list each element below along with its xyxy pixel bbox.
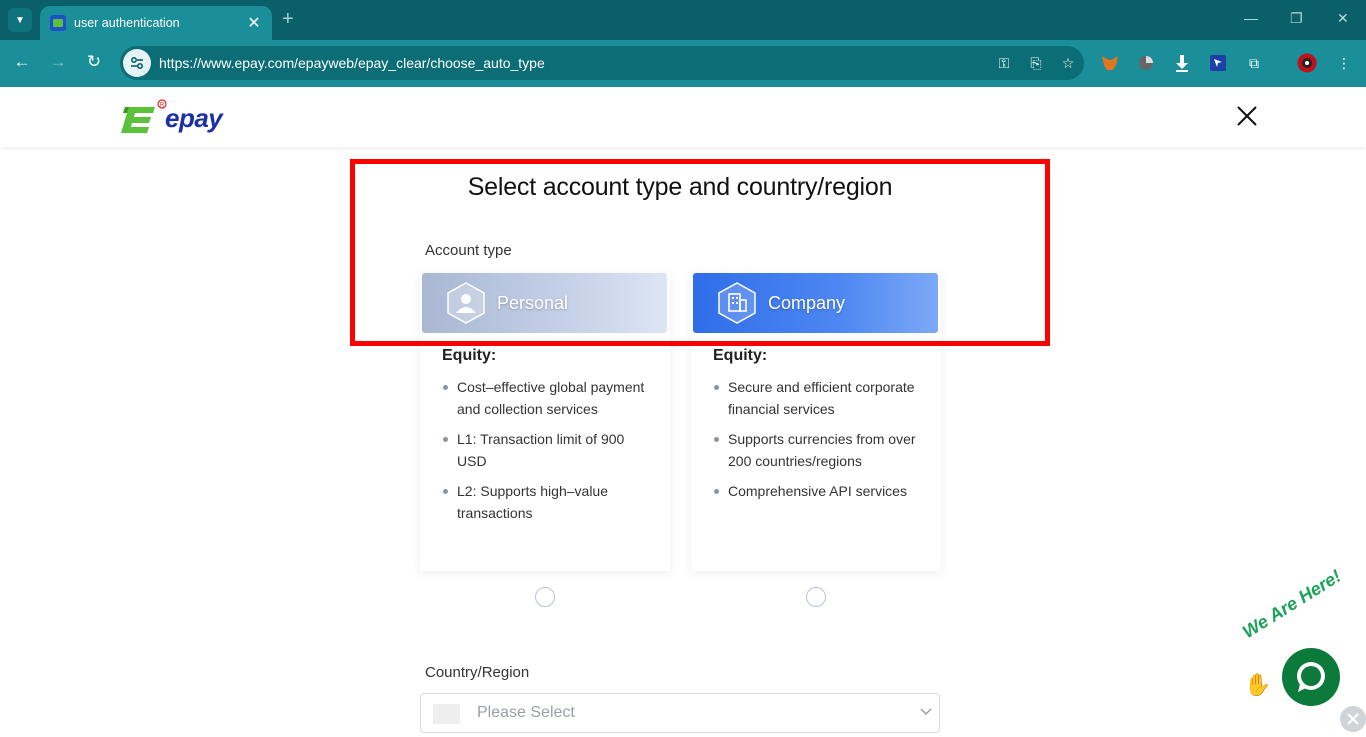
list-item: Supports currencies from over 200 countr…	[713, 428, 923, 472]
metamask-extension-icon[interactable]	[1099, 52, 1121, 74]
highlight-box	[350, 159, 1050, 346]
list-item: L1: Transaction limit of 900 USD	[442, 428, 652, 472]
country-select[interactable]: Please Select	[420, 693, 940, 733]
company-benefits-list: Secure and efficient corporate financial…	[713, 376, 923, 510]
country-select-placeholder: Please Select	[477, 704, 575, 721]
tab-close-icon[interactable]: ✕	[246, 13, 262, 33]
list-item: Cost–effective global payment and collec…	[442, 376, 652, 420]
list-item: Secure and efficient corporate financial…	[713, 376, 923, 420]
url-text: https://www.epay.com/epayweb/epay_clear/…	[159, 55, 545, 71]
download-icon[interactable]	[1171, 52, 1193, 74]
epay-favicon-icon	[50, 15, 66, 31]
cursor-extension-icon[interactable]	[1207, 52, 1229, 74]
epay-logo[interactable]: R epay	[121, 99, 241, 135]
chevron-down-icon	[920, 708, 932, 715]
browser-menu-icon[interactable]: ⋮	[1333, 52, 1355, 74]
chat-widget[interactable]: We Are Here! ✋	[1236, 566, 1366, 732]
tab-title: user authentication	[74, 16, 180, 30]
browser-tab[interactable]: user authentication ✕	[40, 6, 272, 40]
reload-icon[interactable]: ↻	[83, 52, 105, 72]
extensions-puzzle-icon[interactable]: ⧉	[1243, 52, 1265, 74]
site-settings-icon[interactable]	[123, 49, 151, 77]
chat-bubble-icon	[1297, 662, 1325, 692]
profile-avatar[interactable]	[1296, 52, 1318, 74]
window-close-icon[interactable]: ✕	[1337, 10, 1349, 27]
equity-label: Equity:	[442, 347, 497, 364]
forward-arrow-icon[interactable]: →	[47, 52, 69, 72]
personal-benefits-list: Cost–effective global payment and collec…	[442, 376, 652, 532]
list-item: Comprehensive API services	[713, 480, 923, 502]
waving-hand-icon: ✋	[1244, 672, 1272, 697]
chat-launcher-button[interactable]	[1282, 648, 1340, 706]
company-radio[interactable]	[806, 587, 826, 607]
minimize-icon[interactable]: —	[1244, 10, 1258, 26]
install-app-icon[interactable]: ⎘	[1020, 55, 1052, 72]
bookmark-star-icon[interactable]: ☆	[1052, 55, 1084, 72]
personal-radio[interactable]	[535, 587, 555, 607]
site-header: R epay	[0, 87, 1366, 147]
close-icon[interactable]	[1234, 103, 1260, 129]
back-arrow-icon[interactable]: ←	[11, 52, 33, 72]
browser-toolbar: ← → ↻ https://www.epay.com/epayweb/epay_…	[0, 40, 1366, 87]
new-tab-icon[interactable]: +	[282, 8, 294, 31]
logo-text: epay	[165, 103, 223, 133]
list-item: L2: Supports high–value transactions	[442, 480, 652, 524]
epay-logo-mark-icon	[121, 107, 155, 133]
password-key-icon[interactable]: ⚿	[988, 55, 1020, 72]
browser-tab-bar: ▼ user authentication ✕ + — ❐ ✕	[0, 0, 1366, 40]
chat-dismiss-icon[interactable]	[1340, 706, 1366, 732]
address-bar[interactable]: https://www.epay.com/epayweb/epay_clear/…	[120, 46, 1084, 80]
restore-icon[interactable]: ❐	[1290, 10, 1303, 27]
chat-caption: We Are Here!	[1238, 565, 1345, 643]
equity-label: Equity:	[713, 347, 768, 364]
tab-search-button[interactable]: ▼	[8, 8, 32, 32]
country-region-label: Country/Region	[425, 664, 530, 681]
flag-placeholder-icon	[433, 704, 460, 724]
extension-circle-icon[interactable]	[1135, 52, 1157, 74]
